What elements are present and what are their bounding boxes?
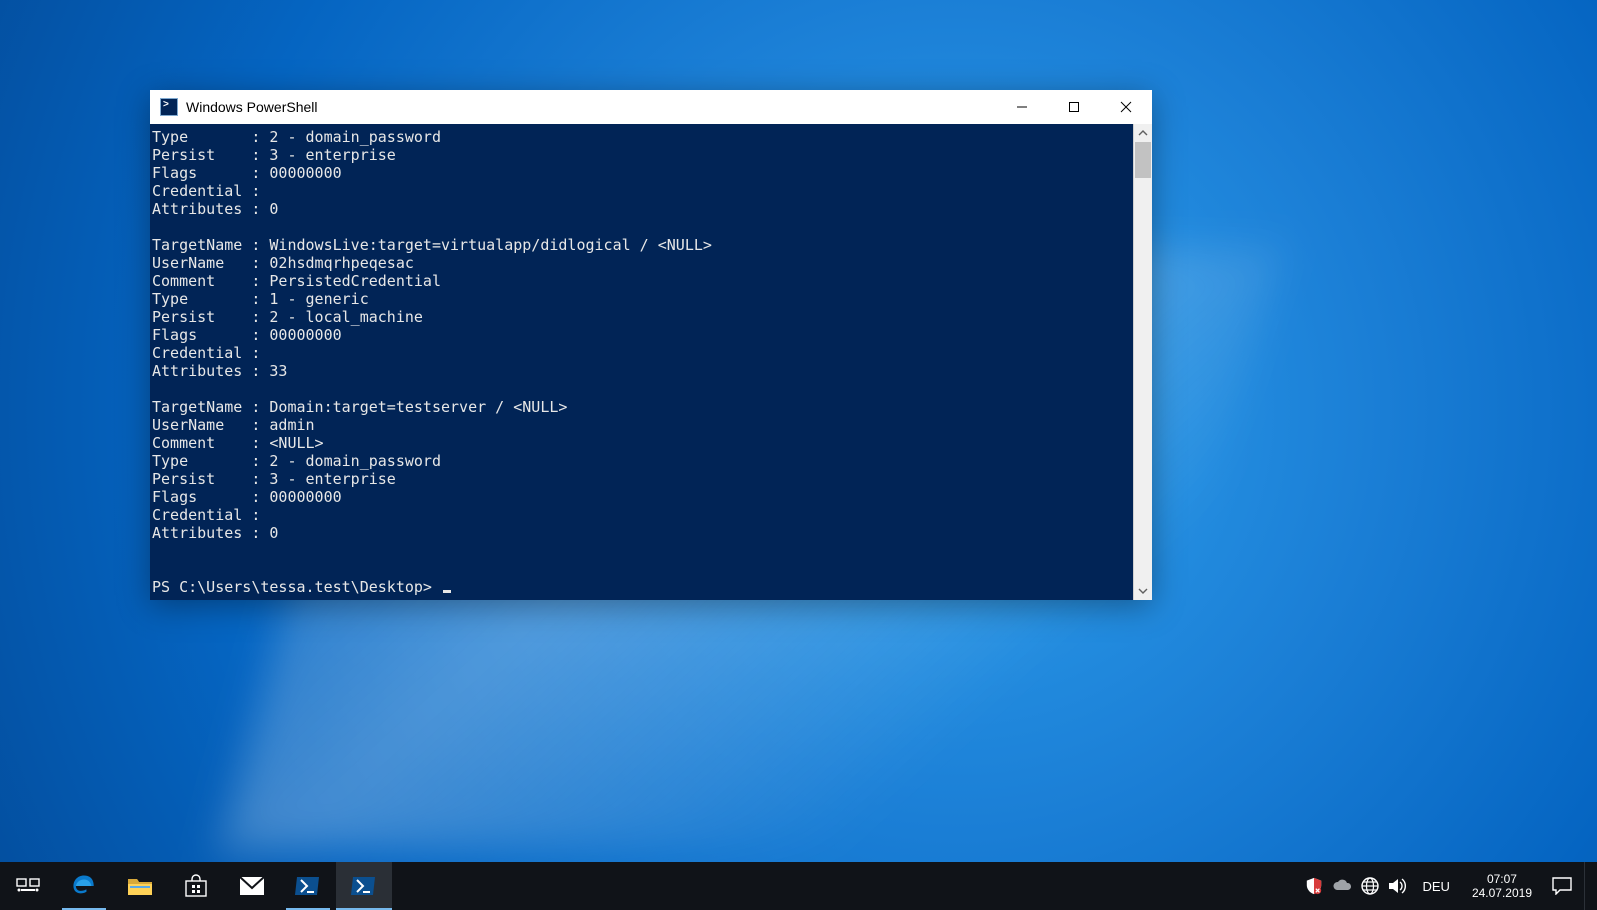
close-button[interactable] <box>1100 90 1152 124</box>
clock-date: 24.07.2019 <box>1472 886 1532 900</box>
powershell-icon <box>160 98 178 116</box>
terminal-line: Attributes : 33 <box>152 362 1131 380</box>
window-title: Windows PowerShell <box>186 99 318 115</box>
terminal-client-area: Type : 2 - domain_passwordPersist : 3 - … <box>150 124 1152 600</box>
task-view-button[interactable] <box>0 862 56 910</box>
microsoft-store-button[interactable] <box>168 862 224 910</box>
terminal-line <box>152 380 1131 398</box>
mail-button[interactable] <box>224 862 280 910</box>
powershell-window: Windows PowerShell Type : 2 - domain_pas… <box>150 90 1152 600</box>
windows-security-tray-icon[interactable] <box>1304 876 1324 896</box>
edge-button[interactable] <box>56 862 112 910</box>
terminal-output[interactable]: Type : 2 - domain_passwordPersist : 3 - … <box>150 124 1133 600</box>
terminal-line: Credential : <box>152 506 1131 524</box>
taskbar-apps <box>0 862 392 910</box>
terminal-line: TargetName : WindowsLive:target=virtuala… <box>152 236 1131 254</box>
vertical-scrollbar[interactable] <box>1133 124 1152 600</box>
terminal-line: Persist : 3 - enterprise <box>152 470 1131 488</box>
system-tray: DEU 07:07 24.07.2019 <box>1304 862 1597 910</box>
terminal-line: Type : 1 - generic <box>152 290 1131 308</box>
terminal-line: Flags : 00000000 <box>152 488 1131 506</box>
show-desktop-button[interactable] <box>1584 862 1593 910</box>
edge-icon <box>71 873 97 899</box>
folder-icon <box>127 875 153 897</box>
scrollbar-thumb[interactable] <box>1135 142 1151 178</box>
minimize-button[interactable] <box>996 90 1048 124</box>
terminal-line: Type : 2 - domain_password <box>152 452 1131 470</box>
onedrive-tray-icon[interactable] <box>1332 876 1352 896</box>
terminal-line: Attributes : 0 <box>152 524 1131 542</box>
volume-tray-icon[interactable] <box>1388 876 1408 896</box>
terminal-line: Credential : <box>152 344 1131 362</box>
scrollbar-down-arrow-icon[interactable] <box>1134 582 1152 600</box>
terminal-line: UserName : admin <box>152 416 1131 434</box>
taskbar: DEU 07:07 24.07.2019 <box>0 862 1597 910</box>
store-icon <box>184 874 208 898</box>
terminal-line: Credential : <box>152 182 1131 200</box>
powershell-taskbar-button-1[interactable] <box>280 862 336 910</box>
window-titlebar[interactable]: Windows PowerShell <box>150 90 1152 124</box>
clock-time: 07:07 <box>1472 872 1532 886</box>
terminal-line: Comment : PersistedCredential <box>152 272 1131 290</box>
task-view-icon <box>16 876 40 896</box>
terminal-line: Comment : <NULL> <box>152 434 1131 452</box>
terminal-line: Type : 2 - domain_password <box>152 128 1131 146</box>
terminal-line: Attributes : 0 <box>152 200 1131 218</box>
scrollbar-track[interactable] <box>1134 142 1152 582</box>
terminal-line: Flags : 00000000 <box>152 326 1131 344</box>
terminal-line: Flags : 00000000 <box>152 164 1131 182</box>
action-center-icon[interactable] <box>1548 876 1576 896</box>
desktop: Windows PowerShell Type : 2 - domain_pas… <box>0 0 1597 910</box>
terminal-line <box>152 560 1131 578</box>
terminal-line: Persist : 2 - local_machine <box>152 308 1131 326</box>
terminal-cursor <box>443 590 451 593</box>
powershell-icon <box>295 875 321 897</box>
powershell-taskbar-button-2[interactable] <box>336 862 392 910</box>
terminal-line: TargetName : Domain:target=testserver / … <box>152 398 1131 416</box>
language-indicator[interactable]: DEU <box>1416 879 1455 894</box>
terminal-line <box>152 218 1131 236</box>
network-tray-icon[interactable] <box>1360 876 1380 896</box>
terminal-line: UserName : 02hsdmqrhpeqesac <box>152 254 1131 272</box>
taskbar-spacer <box>392 862 1304 910</box>
file-explorer-button[interactable] <box>112 862 168 910</box>
taskbar-clock[interactable]: 07:07 24.07.2019 <box>1464 872 1540 900</box>
window-controls <box>996 90 1152 124</box>
mail-icon <box>239 876 265 896</box>
maximize-button[interactable] <box>1048 90 1100 124</box>
terminal-line: Persist : 3 - enterprise <box>152 146 1131 164</box>
terminal-line <box>152 542 1131 560</box>
scrollbar-up-arrow-icon[interactable] <box>1134 124 1152 142</box>
powershell-icon <box>351 875 377 897</box>
terminal-prompt[interactable]: PS C:\Users\tessa.test\Desktop> <box>152 578 1131 596</box>
